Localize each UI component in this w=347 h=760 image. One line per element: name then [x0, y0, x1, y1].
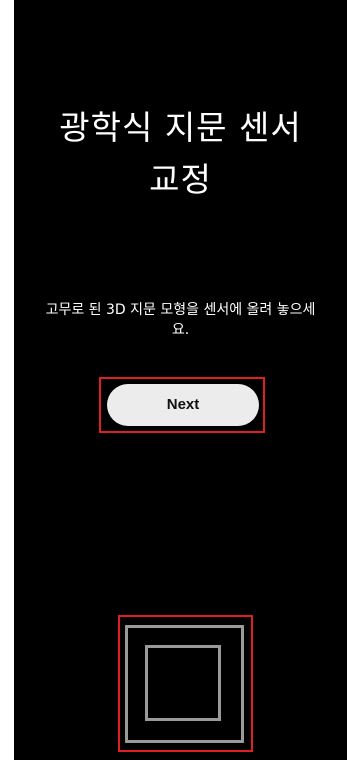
fingerprint-sensor-inner-square-icon	[145, 645, 221, 721]
instruction-text: 고무로 된 3D 지문 모형을 센서에 올려 놓으세 요.	[14, 300, 347, 340]
title-line-1: 광학식 지문 센서	[59, 108, 302, 147]
next-button[interactable]: Next	[107, 384, 259, 426]
instruction-line-2: 요.	[171, 322, 190, 338]
page-title: 광학식 지문 센서 교정	[14, 102, 347, 206]
title-line-2: 교정	[149, 160, 212, 199]
instruction-line-1: 고무로 된 3D 지문 모형을 센서에 올려 놓으세	[45, 302, 316, 318]
calibration-screen: 광학식 지문 센서 교정 고무로 된 3D 지문 모형을 센서에 올려 놓으세 …	[14, 0, 347, 760]
